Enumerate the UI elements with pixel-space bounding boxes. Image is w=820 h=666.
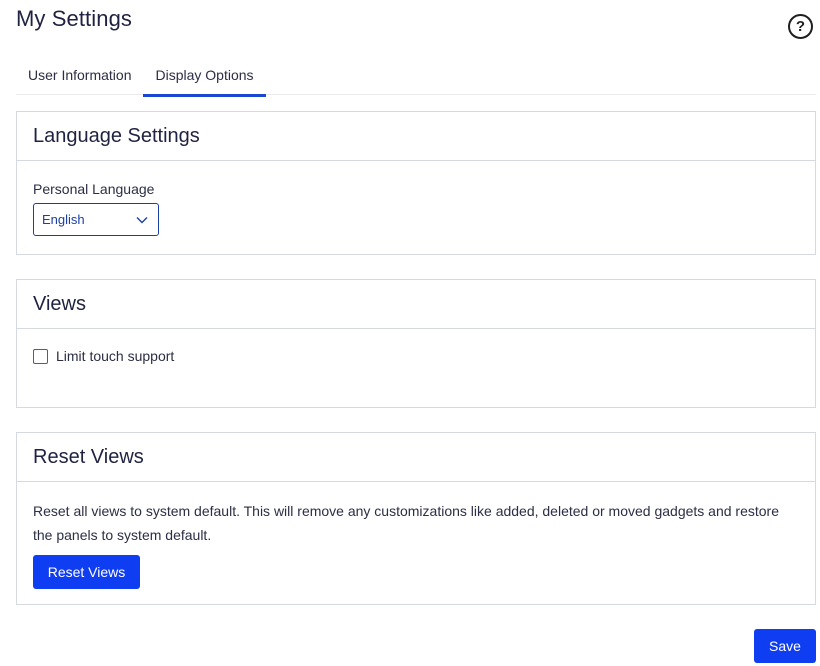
personal-language-value: English (42, 212, 85, 227)
reset-views-description: Reset all views to system default. This … (33, 503, 779, 543)
personal-language-label: Personal Language (33, 181, 155, 197)
tab-user-information[interactable]: User Information (16, 58, 143, 95)
help-icon[interactable]: ? (788, 14, 813, 39)
save-button[interactable]: Save (754, 629, 816, 663)
help-glyph: ? (795, 18, 806, 35)
limit-touch-row: Limit touch support (33, 348, 799, 364)
limit-touch-checkbox[interactable] (33, 348, 48, 364)
page-title: My Settings (16, 6, 133, 31)
limit-touch-label[interactable]: Limit touch support (56, 348, 174, 364)
personal-language-select[interactable]: English (33, 203, 159, 236)
language-settings-card: Language Settings Personal Language Engl… (16, 111, 816, 255)
settings-page: My Settings ? User Information Display O… (0, 0, 820, 666)
views-heading: Views (17, 280, 815, 329)
reset-views-card: Reset Views Reset all views to system de… (16, 432, 816, 605)
language-settings-heading: Language Settings (17, 112, 815, 161)
tab-display-options[interactable]: Display Options (143, 58, 266, 97)
reset-views-heading: Reset Views (17, 433, 815, 482)
views-card: Views Limit touch support (16, 279, 816, 408)
reset-views-button[interactable]: Reset Views (33, 555, 140, 589)
chevron-down-icon (136, 214, 148, 226)
tab-bar: User Information Display Options (16, 58, 816, 97)
